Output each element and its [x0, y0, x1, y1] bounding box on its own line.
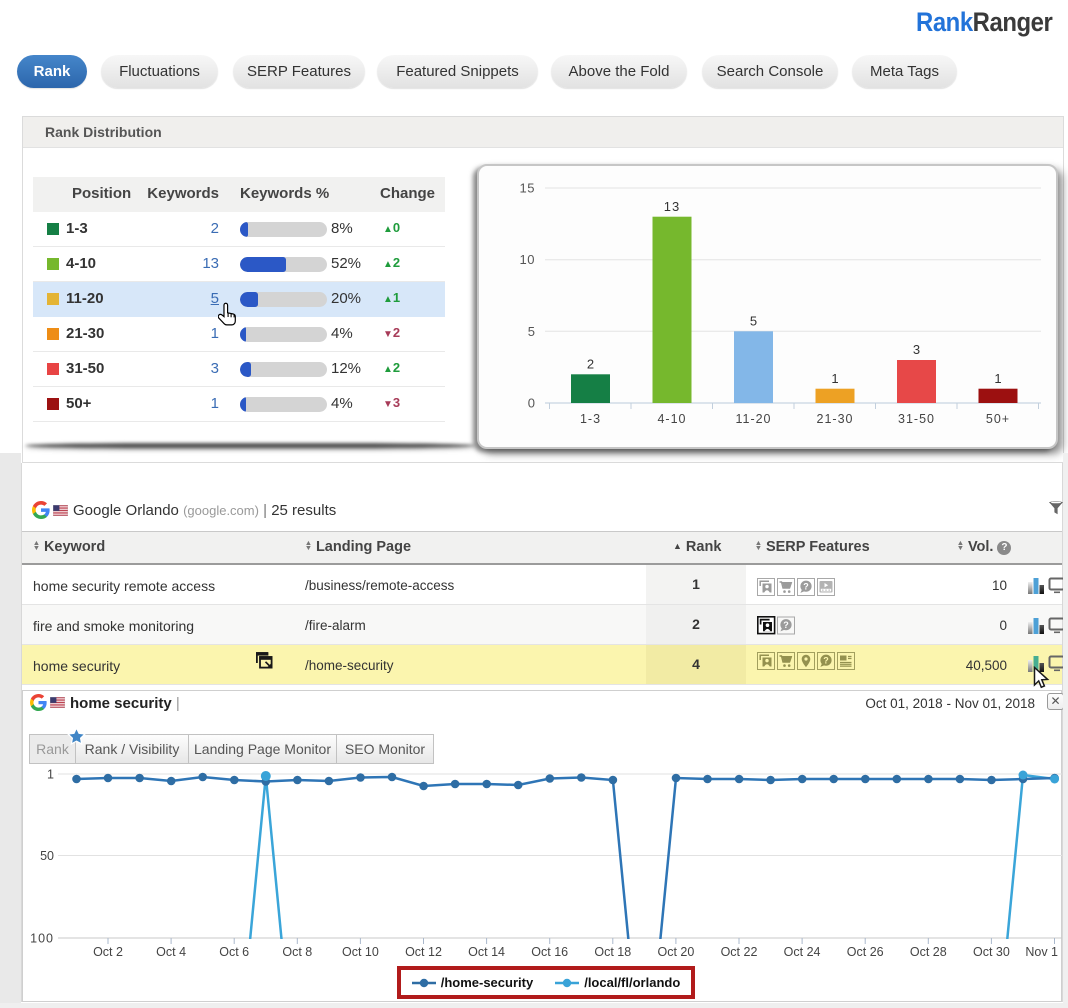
svg-text:Oct 30: Oct 30 [973, 945, 1010, 959]
svg-text:1: 1 [994, 371, 1001, 386]
svg-text:Oct 6: Oct 6 [219, 945, 249, 959]
svg-text:?: ? [783, 620, 789, 630]
svg-text:Oct 20: Oct 20 [657, 945, 694, 959]
svg-text:Oct 2: Oct 2 [93, 945, 123, 959]
svg-text:15: 15 [520, 181, 535, 196]
svg-text:5: 5 [750, 314, 757, 329]
svg-text:Oct 8: Oct 8 [282, 945, 312, 959]
svg-text:1: 1 [831, 371, 838, 386]
svg-text:10: 10 [520, 252, 535, 267]
svg-text:Oct 24: Oct 24 [784, 945, 821, 959]
svg-text:13: 13 [664, 199, 680, 214]
svg-text:1-3: 1-3 [580, 412, 601, 426]
svg-text:Oct 26: Oct 26 [847, 945, 884, 959]
svg-text:Oct 16: Oct 16 [531, 945, 568, 959]
svg-text:100: 100 [30, 932, 54, 946]
svg-text:4-10: 4-10 [657, 412, 686, 426]
svg-text:5: 5 [528, 324, 535, 339]
svg-text:31-50: 31-50 [898, 412, 935, 426]
svg-text:1: 1 [47, 768, 54, 782]
svg-text:0: 0 [528, 396, 535, 411]
svg-text:2: 2 [587, 357, 594, 372]
svg-text:Nov 1: Nov 1 [1025, 945, 1058, 959]
svg-text:Oct 18: Oct 18 [594, 945, 631, 959]
svg-text:Oct 10: Oct 10 [342, 945, 379, 959]
svg-text:?: ? [803, 581, 809, 591]
svg-text:50+: 50+ [986, 412, 1010, 426]
svg-text:Oct 12: Oct 12 [405, 945, 442, 959]
svg-text:21-30: 21-30 [817, 412, 854, 426]
svg-text:Oct 4: Oct 4 [156, 945, 186, 959]
svg-text:Oct 14: Oct 14 [468, 945, 505, 959]
svg-text:50: 50 [40, 849, 54, 863]
svg-text:Oct 22: Oct 22 [721, 945, 758, 959]
svg-text:3: 3 [913, 342, 920, 357]
svg-text:11-20: 11-20 [735, 412, 771, 426]
svg-text:Oct 28: Oct 28 [910, 945, 947, 959]
svg-text:?: ? [823, 655, 829, 665]
